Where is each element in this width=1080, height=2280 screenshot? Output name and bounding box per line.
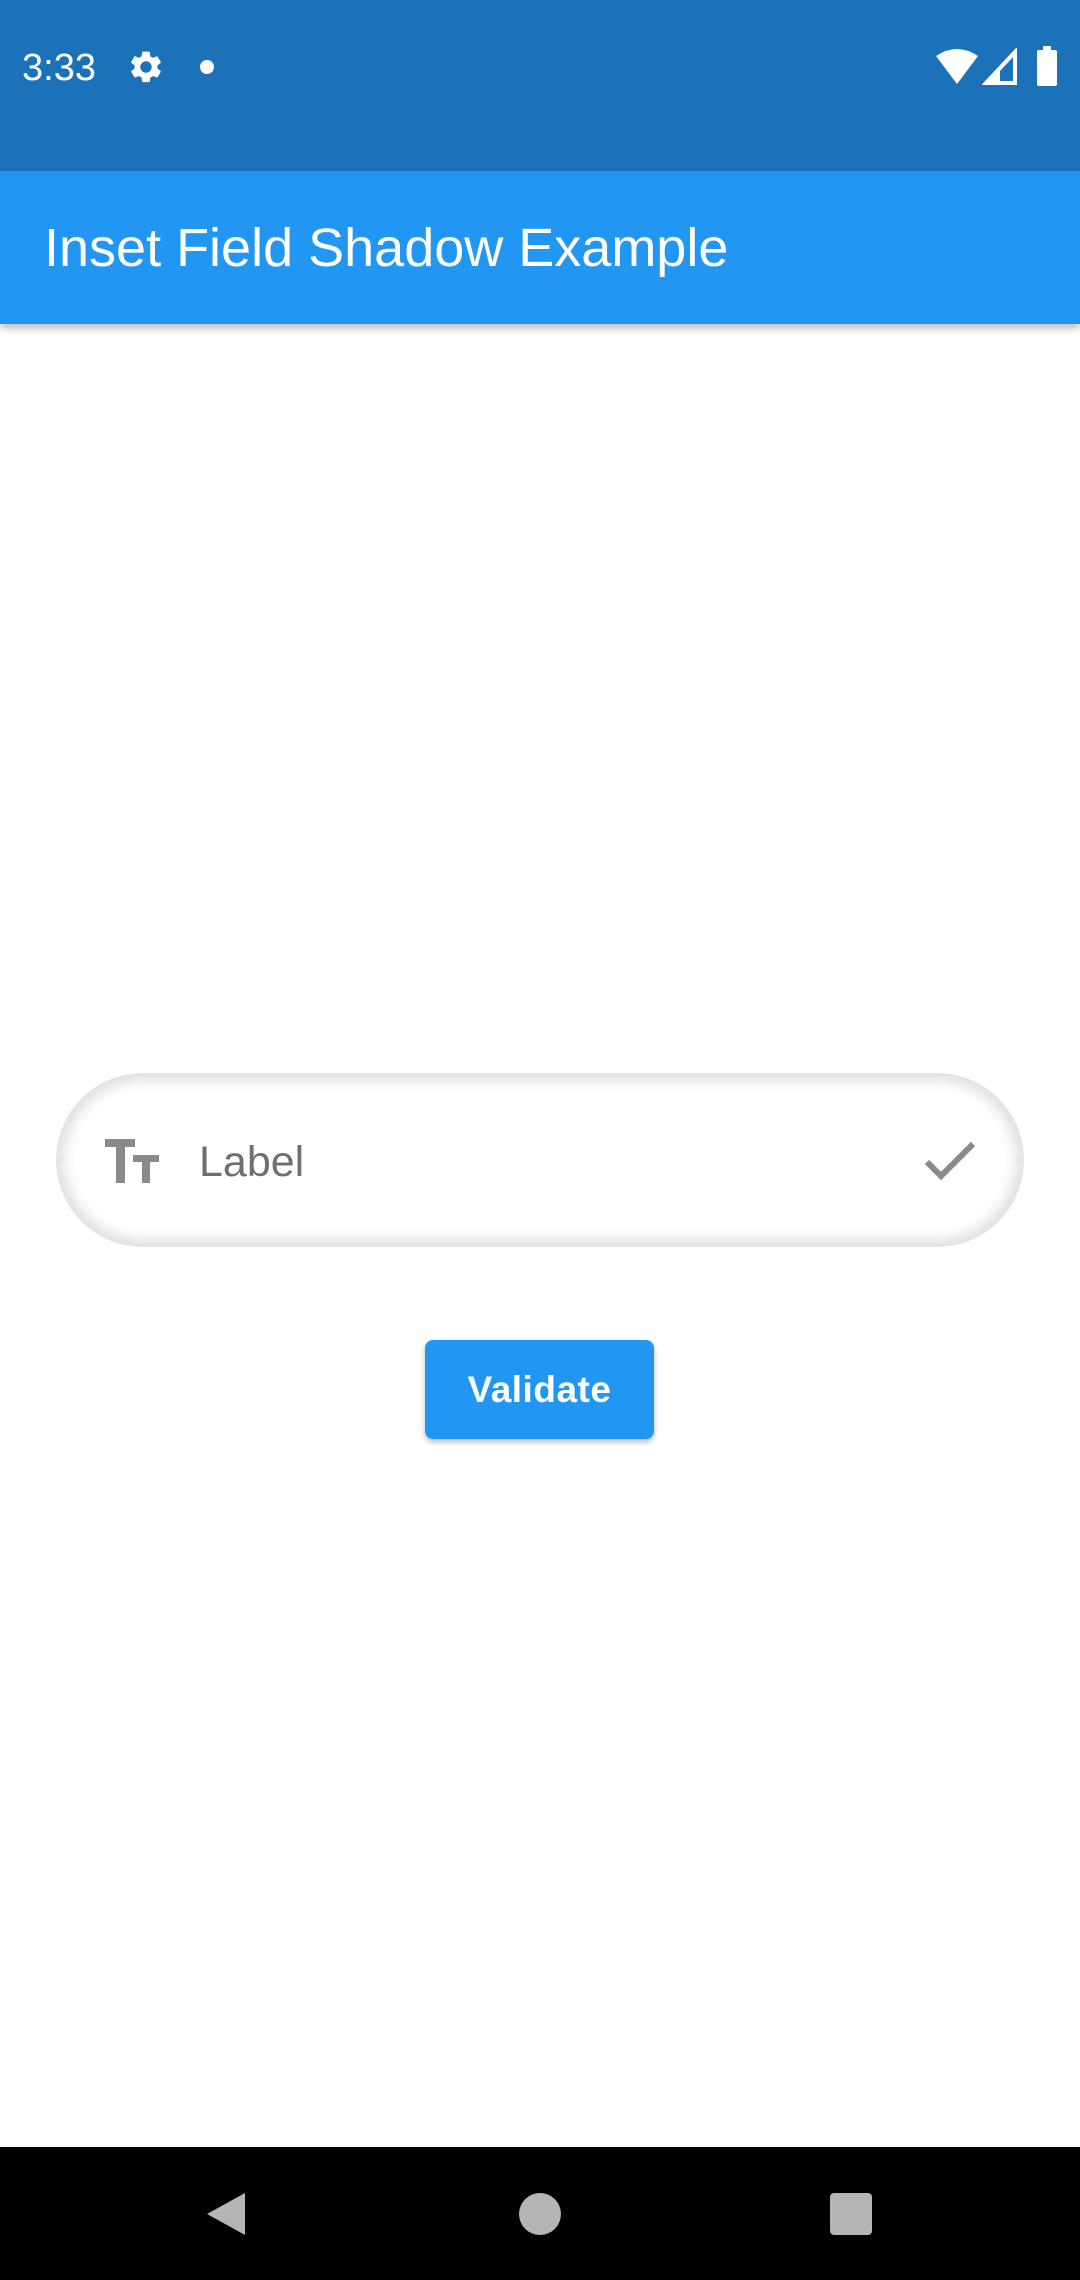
wifi-icon — [936, 48, 978, 86]
battery-icon — [1036, 46, 1058, 86]
status-time: 3:33 — [22, 47, 96, 89]
notification-dot-icon — [200, 60, 214, 74]
check-icon — [923, 1136, 977, 1186]
gear-icon — [127, 48, 165, 86]
text-size-icon — [103, 1137, 161, 1185]
app-bar: Inset Field Shadow Example — [0, 171, 1080, 324]
field-label: Label — [199, 1138, 305, 1186]
recents-icon[interactable] — [830, 2193, 872, 2235]
label-input-field[interactable]: Label — [56, 1073, 1024, 1247]
signal-icon — [981, 46, 1018, 86]
page-title: Inset Field Shadow Example — [44, 218, 729, 278]
validate-button[interactable]: Validate — [425, 1340, 654, 1439]
back-icon[interactable] — [205, 2191, 247, 2237]
navigation-bar — [0, 2147, 1080, 2280]
home-icon[interactable] — [519, 2193, 561, 2235]
status-bar: 3:33 — [0, 0, 1080, 171]
